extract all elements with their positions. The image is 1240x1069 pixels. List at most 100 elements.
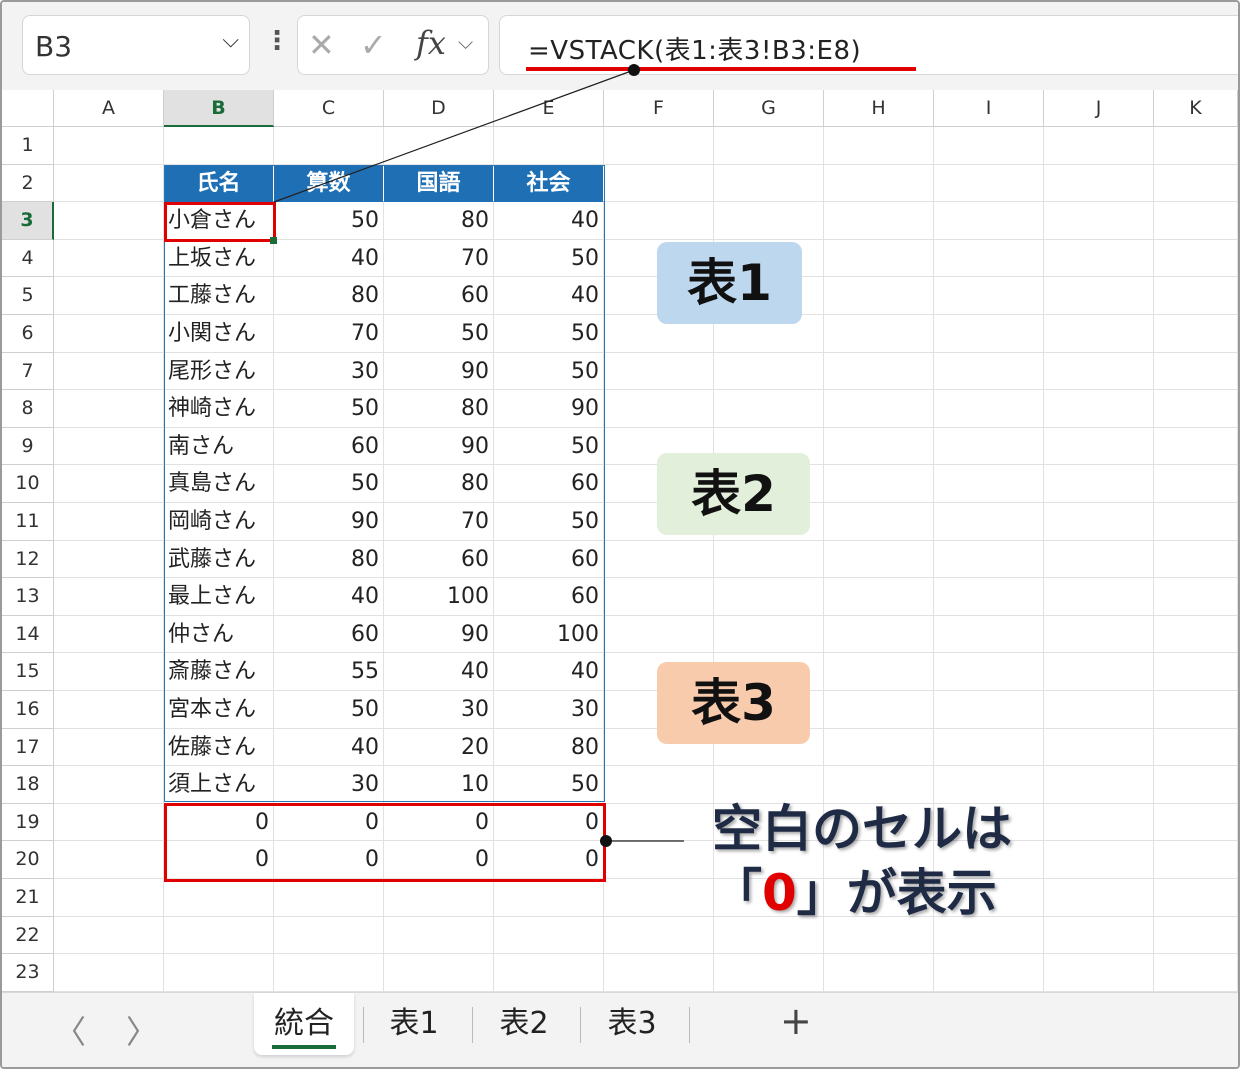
cell-k9[interactable] xyxy=(1154,427,1238,466)
cell-a4[interactable] xyxy=(54,239,164,278)
cell-e9[interactable]: 50 xyxy=(494,427,604,466)
cell-b5[interactable]: 工藤さん xyxy=(164,277,274,315)
cell-d4[interactable]: 70 xyxy=(384,239,494,278)
row-header-15[interactable]: 15 xyxy=(2,653,54,691)
cell-b1[interactable] xyxy=(164,127,274,165)
cell-c13[interactable]: 40 xyxy=(274,578,384,616)
row-header-18[interactable]: 18 xyxy=(2,766,54,804)
cell-j23[interactable] xyxy=(1044,954,1154,992)
cell-a17[interactable] xyxy=(54,728,164,767)
cell-c19[interactable]: 0 xyxy=(274,803,384,842)
cell-c18[interactable]: 30 xyxy=(274,766,384,804)
cell-k4[interactable] xyxy=(1154,239,1238,278)
cell-h1[interactable] xyxy=(824,127,934,165)
column-header-b[interactable]: B xyxy=(164,90,274,127)
cell-c11[interactable]: 90 xyxy=(274,503,384,541)
chevron-down-icon[interactable]: ⌵ xyxy=(222,28,239,53)
cell-j2[interactable] xyxy=(1044,164,1154,203)
row-header-8[interactable]: 8 xyxy=(2,390,54,428)
cell-h12[interactable] xyxy=(824,540,934,579)
cell-e5[interactable]: 40 xyxy=(494,277,604,315)
cell-d3[interactable]: 80 xyxy=(384,202,494,240)
cell-f2[interactable] xyxy=(604,164,714,203)
cell-j21[interactable] xyxy=(1044,879,1154,917)
cell-a19[interactable] xyxy=(54,803,164,842)
cell-f12[interactable] xyxy=(604,540,714,579)
cell-c21[interactable] xyxy=(274,879,384,917)
cell-e6[interactable]: 50 xyxy=(494,315,604,353)
cell-b18[interactable]: 須上さん xyxy=(164,766,274,804)
cell-c20[interactable]: 0 xyxy=(274,841,384,879)
cell-e15[interactable]: 40 xyxy=(494,653,604,691)
cell-b20[interactable]: 0 xyxy=(164,841,274,879)
cell-e10[interactable]: 60 xyxy=(494,465,604,503)
cell-a2[interactable] xyxy=(54,164,164,203)
cell-f14[interactable] xyxy=(604,615,714,654)
cell-h2[interactable] xyxy=(824,164,934,203)
cell-j11[interactable] xyxy=(1044,503,1154,541)
column-header-d[interactable]: D xyxy=(384,90,494,127)
cell-i23[interactable] xyxy=(934,954,1044,992)
cell-b15[interactable]: 斎藤さん xyxy=(164,653,274,691)
cell-e1[interactable] xyxy=(494,127,604,165)
select-all-corner[interactable] xyxy=(2,90,54,127)
cell-k2[interactable] xyxy=(1154,164,1238,203)
cell-a5[interactable] xyxy=(54,277,164,315)
cell-g3[interactable] xyxy=(714,202,824,240)
cell-f22[interactable] xyxy=(604,916,714,955)
cell-e22[interactable] xyxy=(494,916,604,955)
cell-c7[interactable]: 30 xyxy=(274,352,384,391)
formula-input[interactable]: =VSTACK(表1:表3!B3:E8) xyxy=(499,15,1238,75)
cell-e16[interactable]: 30 xyxy=(494,691,604,729)
column-header-a[interactable]: A xyxy=(54,90,164,127)
cell-k20[interactable] xyxy=(1154,841,1238,879)
cancel-icon[interactable]: ✕ xyxy=(308,26,335,64)
cell-k13[interactable] xyxy=(1154,578,1238,616)
cell-a10[interactable] xyxy=(54,465,164,503)
cell-e19[interactable]: 0 xyxy=(494,803,604,842)
cell-e4[interactable]: 50 xyxy=(494,239,604,278)
cell-e21[interactable] xyxy=(494,879,604,917)
cell-c5[interactable]: 80 xyxy=(274,277,384,315)
column-header-i[interactable]: I xyxy=(934,90,1044,127)
cell-b8[interactable]: 神崎さん xyxy=(164,390,274,428)
cell-h3[interactable] xyxy=(824,202,934,240)
cell-h9[interactable] xyxy=(824,427,934,466)
cell-i7[interactable] xyxy=(934,352,1044,391)
cell-c17[interactable]: 40 xyxy=(274,728,384,767)
cell-h7[interactable] xyxy=(824,352,934,391)
cell-f7[interactable] xyxy=(604,352,714,391)
cell-d21[interactable] xyxy=(384,879,494,917)
cell-j16[interactable] xyxy=(1044,691,1154,729)
cell-d13[interactable]: 100 xyxy=(384,578,494,616)
column-header-e[interactable]: E xyxy=(494,90,604,127)
cell-j14[interactable] xyxy=(1044,615,1154,654)
cell-c23[interactable] xyxy=(274,954,384,992)
cell-j4[interactable] xyxy=(1044,239,1154,278)
cell-k10[interactable] xyxy=(1154,465,1238,503)
cell-d12[interactable]: 60 xyxy=(384,540,494,579)
cell-j6[interactable] xyxy=(1044,315,1154,353)
cell-b14[interactable]: 仲さん xyxy=(164,615,274,654)
cell-i15[interactable] xyxy=(934,653,1044,691)
cell-b17[interactable]: 佐藤さん xyxy=(164,728,274,767)
cell-c9[interactable]: 60 xyxy=(274,427,384,466)
cell-g1[interactable] xyxy=(714,127,824,165)
cell-d7[interactable]: 90 xyxy=(384,352,494,391)
row-header-5[interactable]: 5 xyxy=(2,277,54,315)
cell-j17[interactable] xyxy=(1044,728,1154,767)
row-header-7[interactable]: 7 xyxy=(2,352,54,391)
column-header-k[interactable]: K xyxy=(1154,90,1238,127)
cell-b13[interactable]: 最上さん xyxy=(164,578,274,616)
cell-b23[interactable] xyxy=(164,954,274,992)
cell-k6[interactable] xyxy=(1154,315,1238,353)
row-header-19[interactable]: 19 xyxy=(2,803,54,842)
cell-a23[interactable] xyxy=(54,954,164,992)
cell-j22[interactable] xyxy=(1044,916,1154,955)
row-header-16[interactable]: 16 xyxy=(2,691,54,729)
cell-g12[interactable] xyxy=(714,540,824,579)
cell-j8[interactable] xyxy=(1044,390,1154,428)
cell-g7[interactable] xyxy=(714,352,824,391)
cell-j18[interactable] xyxy=(1044,766,1154,804)
cell-g8[interactable] xyxy=(714,390,824,428)
